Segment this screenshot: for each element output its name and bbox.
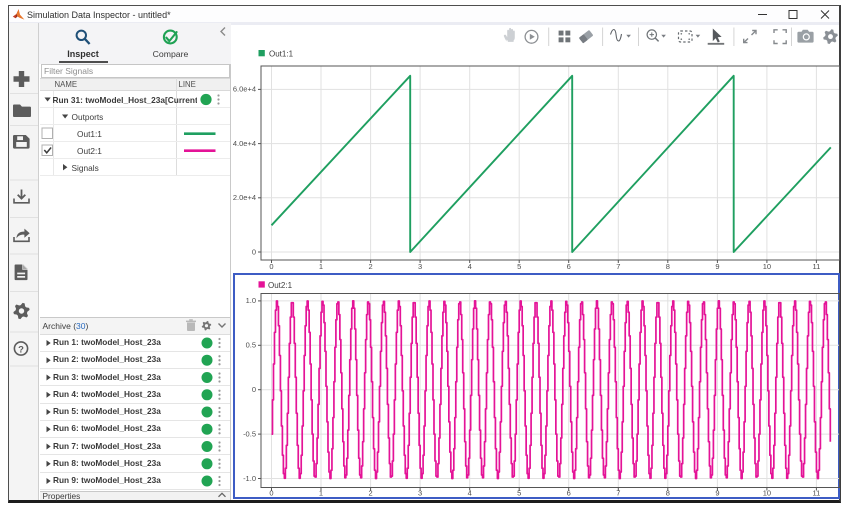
svg-text:0: 0 bbox=[252, 385, 256, 394]
svg-text:0: 0 bbox=[252, 247, 256, 256]
svg-text:6: 6 bbox=[567, 489, 571, 498]
svg-text:11: 11 bbox=[813, 489, 821, 498]
svg-text:-1.0: -1.0 bbox=[243, 474, 256, 483]
svg-text:Out2:1: Out2:1 bbox=[268, 281, 293, 290]
svg-text:4.0e+4: 4.0e+4 bbox=[233, 139, 256, 148]
svg-text:8: 8 bbox=[666, 489, 670, 498]
svg-text:7: 7 bbox=[616, 489, 620, 498]
svg-text:2: 2 bbox=[369, 489, 373, 498]
svg-text:4: 4 bbox=[468, 489, 472, 498]
svg-text:5: 5 bbox=[517, 489, 521, 498]
svg-text:?: ? bbox=[18, 344, 24, 355]
svg-text:-0.5: -0.5 bbox=[243, 429, 256, 438]
svg-text:0: 0 bbox=[269, 489, 273, 498]
svg-text:2.0e+4: 2.0e+4 bbox=[233, 193, 256, 202]
svg-text:10: 10 bbox=[763, 489, 771, 498]
svg-text:0.5: 0.5 bbox=[246, 341, 256, 350]
svg-text:3: 3 bbox=[418, 489, 422, 498]
svg-text:9: 9 bbox=[715, 489, 719, 498]
svg-text:6.0e+4: 6.0e+4 bbox=[233, 85, 256, 94]
svg-text:Out1:1: Out1:1 bbox=[269, 50, 294, 59]
svg-text:1.0: 1.0 bbox=[246, 296, 256, 305]
svg-text:1: 1 bbox=[319, 489, 323, 498]
